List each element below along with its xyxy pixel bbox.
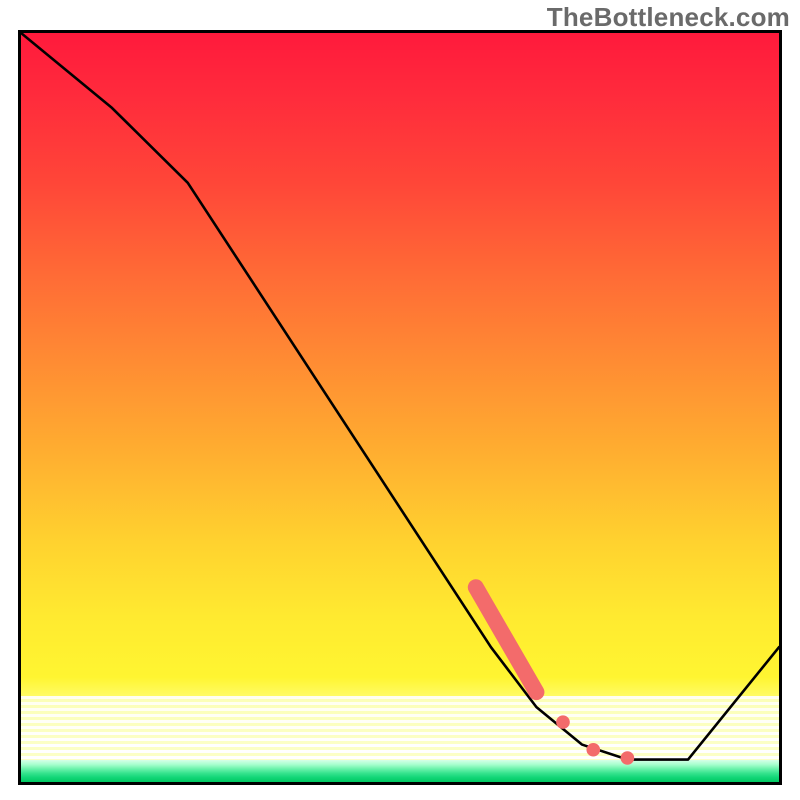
bottleneck-curve [21,33,779,760]
chart-frame: TheBottleneck.com [0,0,800,800]
marker-dot [621,751,635,764]
marker-dot [556,715,570,728]
marker-dot [586,743,600,756]
plot-area [18,30,782,785]
watermark-text: TheBottleneck.com [547,2,790,33]
curve-svg [21,33,779,782]
marker-group [476,587,634,765]
